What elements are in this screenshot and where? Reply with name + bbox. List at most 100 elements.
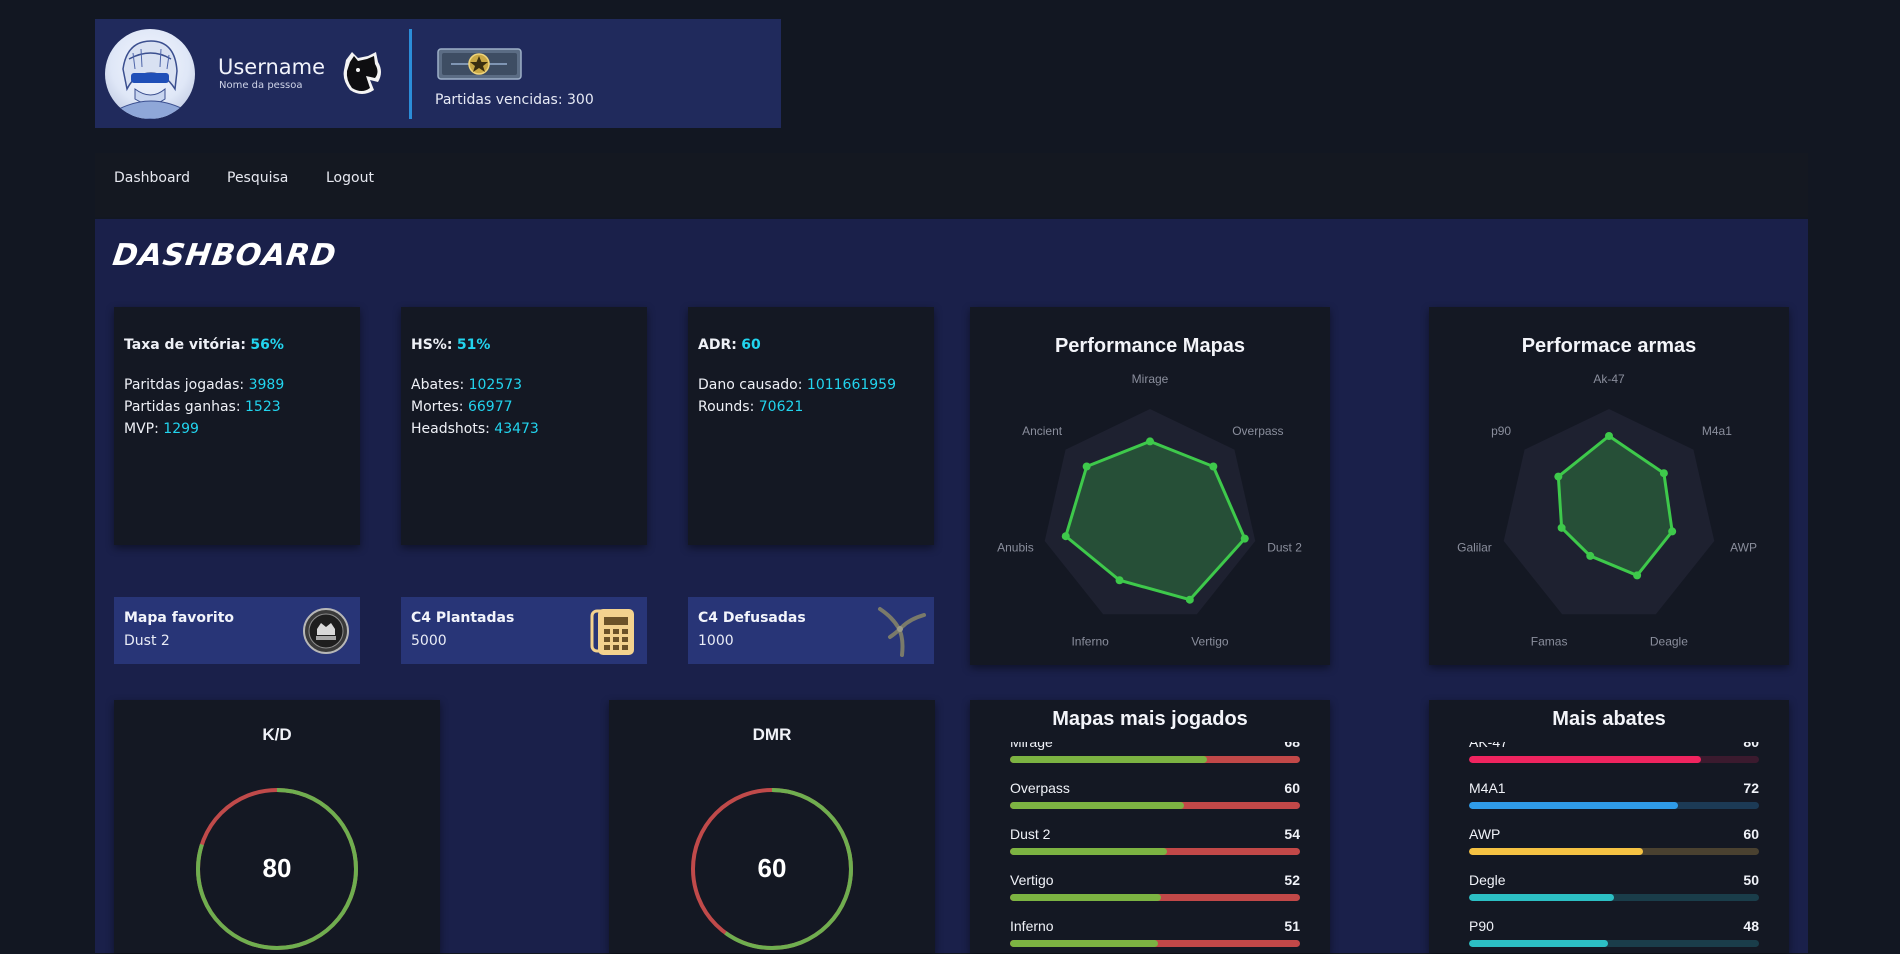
tile-favorite-map: Mapa favorito Dust 2 xyxy=(114,597,360,664)
gauge-card-dmr: DMR 60 xyxy=(609,700,935,953)
bar-track xyxy=(1469,894,1759,901)
bar-label: Mirage xyxy=(1010,742,1053,750)
bar-fill xyxy=(1010,940,1158,947)
radar-point xyxy=(1061,532,1070,541)
stat-card-adr: ADR: 60 Dano causado: 1011661959 Rounds:… xyxy=(688,307,934,545)
bar-value: 48 xyxy=(1743,918,1759,934)
radar-axis-label: Deagle xyxy=(1650,634,1688,648)
radar-point xyxy=(1209,462,1218,471)
bar-fill xyxy=(1469,894,1614,901)
bar-fill xyxy=(1010,894,1161,901)
radar-point xyxy=(1605,432,1613,440)
bar-fill xyxy=(1010,848,1167,855)
radar-point xyxy=(1185,595,1194,604)
stat-value: 1011661959 xyxy=(806,377,896,393)
bar-value: 60 xyxy=(1743,826,1759,842)
gauge-card-kd: K/D 80 xyxy=(114,700,440,953)
stat-label: Mortes: xyxy=(411,399,464,415)
tile-title: C4 Defusadas xyxy=(698,610,806,626)
bar-track xyxy=(1469,848,1759,855)
bar-label: Degle xyxy=(1469,872,1506,888)
bar-row: Dust 2 54 xyxy=(1010,826,1300,872)
radar-point xyxy=(1659,469,1668,478)
radar-axis-label: Inferno xyxy=(1071,634,1109,648)
bar-row: Overpass 60 xyxy=(1010,780,1300,826)
bar-value: 51 xyxy=(1284,918,1300,934)
tile-value: 5000 xyxy=(411,633,447,649)
bar-row: Inferno 51 xyxy=(1010,918,1300,953)
bar-fill xyxy=(1469,756,1701,763)
team-panther-logo xyxy=(340,50,386,98)
radar-point xyxy=(1668,527,1677,536)
nav-logout[interactable]: Logout xyxy=(326,170,374,186)
stat-value: 51% xyxy=(456,337,491,353)
bar-list-maps[interactable]: Mirage 68 Overpass 60 Dust 2 54 Vertigo 52 Infer… xyxy=(1010,742,1300,953)
stat-value: 43473 xyxy=(494,421,539,437)
chart-title: Performace armas xyxy=(1521,335,1697,357)
stat-label: ADR: xyxy=(698,337,737,353)
nav-pesquisa[interactable]: Pesquisa xyxy=(227,170,288,186)
stat-value: 70621 xyxy=(758,399,804,415)
radar-axis-label: Mirage xyxy=(1132,372,1169,386)
gauge-value: 80 xyxy=(262,853,292,883)
avatar-illustration xyxy=(118,40,184,119)
bar-fill xyxy=(1469,848,1643,855)
tile-title: Mapa favorito xyxy=(124,610,235,626)
page-title: DASHBOARD xyxy=(110,238,339,273)
stat-value: 60 xyxy=(741,337,761,353)
bar-track xyxy=(1010,940,1300,947)
radar-chart-weapons: Ak-47 M4a1 AWP Deagle Famas Galilar p90 xyxy=(1457,372,1757,648)
tile-value: 1000 xyxy=(698,633,734,649)
bar-track xyxy=(1469,940,1759,947)
radar-point xyxy=(1146,437,1154,446)
radar-axis-label: AWP xyxy=(1730,541,1757,555)
wins-count: Partidas vencidas: 300 xyxy=(435,92,594,108)
most-kills-card: Mais abates AK-47 80 M4A1 72 AWP 60 Degle 50 P90… xyxy=(1429,700,1789,953)
bar-row: P90 48 xyxy=(1469,918,1759,953)
rank-badge-icon xyxy=(437,48,522,80)
bar-label: Inferno xyxy=(1010,918,1054,934)
stat-label: Paritdas jogadas: xyxy=(124,377,245,393)
bar-list-weapons[interactable]: AK-47 80 M4A1 72 AWP 60 Degle 50 P90 48 xyxy=(1469,742,1759,953)
radar-point xyxy=(1554,472,1563,481)
radar-chart-maps: Mirage Overpass Dust 2 Vertigo Inferno Anubis… xyxy=(997,372,1302,648)
bar-track xyxy=(1010,894,1300,901)
bar-label: AK-47 xyxy=(1469,742,1508,750)
nav-dashboard[interactable]: Dashboard xyxy=(114,170,190,186)
stat-value: 1299 xyxy=(163,421,199,437)
stat-value: 3989 xyxy=(248,377,285,393)
bar-value: 68 xyxy=(1284,742,1300,750)
radar-card-maps: Performance Mapas Mirage Overpass Dust 2 Ve… xyxy=(970,307,1330,665)
radar-axis-label: Ancient xyxy=(1022,424,1063,438)
bar-fill xyxy=(1469,802,1678,809)
radar-axis-label: Overpass xyxy=(1232,424,1283,438)
radar-axis-label: Dust 2 xyxy=(1267,541,1302,555)
bar-track xyxy=(1010,848,1300,855)
c4-bomb-icon xyxy=(590,609,634,655)
radar-axis-label: Vertigo xyxy=(1191,634,1229,648)
tile-value: Dust 2 xyxy=(124,633,170,649)
bar-row: Mirage 68 xyxy=(1010,742,1300,780)
bar-row: M4A1 72 xyxy=(1469,780,1759,826)
radar-point xyxy=(1082,462,1091,471)
stat-label: MVP: xyxy=(124,421,159,437)
stat-label: Partidas ganhas: xyxy=(124,399,241,415)
chart-title: Performance Mapas xyxy=(1054,335,1246,357)
stat-value: 102573 xyxy=(468,377,523,393)
radar-point xyxy=(1633,571,1642,580)
bar-label: M4A1 xyxy=(1469,780,1506,796)
bar-row: AK-47 80 xyxy=(1469,742,1759,780)
bar-track xyxy=(1469,802,1759,809)
chart-title: Mais abates xyxy=(1552,708,1666,730)
radar-point xyxy=(1557,523,1566,532)
stat-card-headshots: HS%: 51% Abates: 102573 Mortes: 66977 He… xyxy=(401,307,647,545)
stat-label: Abates: xyxy=(411,377,465,393)
bar-row: AWP 60 xyxy=(1469,826,1759,872)
radar-axis-label: M4a1 xyxy=(1702,424,1732,438)
radar-card-weapons: Performace armas Ak-47 M4a1 AWP Deagle Famas… xyxy=(1429,307,1789,665)
bar-value: 80 xyxy=(1743,742,1759,750)
stat-label: Rounds: xyxy=(698,399,755,415)
gauge-title: K/D xyxy=(262,725,292,744)
radar-axis-label: p90 xyxy=(1491,424,1511,438)
radar-point xyxy=(1586,551,1595,560)
